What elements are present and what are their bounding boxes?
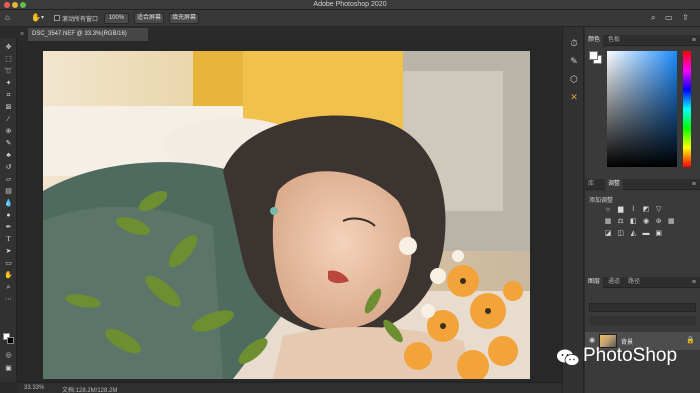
color-lookup-icon[interactable]: ▦	[666, 217, 676, 226]
channel-mixer-icon[interactable]: ⊛	[654, 217, 664, 226]
panel-menu-icon[interactable]: ≡	[692, 179, 696, 190]
posterize-icon[interactable]: ◫	[616, 229, 626, 238]
options-bar: ⌂ ✋ ▾ 滚动所有窗口 100% 适合屏幕 填充屏幕 ⌕ ▭ ⇪	[0, 10, 700, 27]
zoom-100-button[interactable]: 100%	[104, 13, 129, 24]
panel-dock: ⏱ ✎ ⬡ ✕	[562, 27, 584, 393]
document-tab-bar: × DSC_3547.NEF @ 33.3%(RGB/16)	[18, 27, 562, 41]
photo-filter-icon[interactable]: ◉	[641, 217, 651, 226]
blur-tool-icon[interactable]: 💧	[3, 199, 14, 208]
invert-icon[interactable]: ◪	[603, 229, 613, 238]
dodge-tool-icon[interactable]: ●	[3, 211, 14, 220]
threshold-icon[interactable]: ◭	[628, 229, 638, 238]
layers-panel-tabs: 图层 通道 路径 ≡	[585, 277, 700, 288]
black-white-icon[interactable]: ◧	[628, 217, 638, 226]
wechat-logo-icon	[557, 349, 579, 366]
history-brush-tool-icon[interactable]: ↺	[3, 163, 14, 172]
document-tab[interactable]: × DSC_3547.NEF @ 33.3%(RGB/16)	[20, 28, 148, 41]
crop-tool-icon[interactable]: ⌗	[3, 91, 14, 100]
zoom-tool-icon[interactable]: ⌕	[3, 283, 14, 292]
eraser-tool-icon[interactable]: ▱	[3, 175, 14, 184]
chevron-down-icon[interactable]: ▾	[41, 13, 44, 23]
gradient-tool-icon[interactable]: ▤	[3, 187, 14, 196]
selective-color-icon[interactable]: ▣	[654, 229, 664, 238]
window-title: Adobe Photoshop 2020	[313, 1, 387, 8]
hand-tool-icon[interactable]: ✋	[31, 13, 41, 23]
healing-brush-tool-icon[interactable]: ⊕	[3, 127, 14, 136]
status-bar: 33.33% 文档:128.2M/128.2M	[18, 382, 562, 393]
hue-slider[interactable]	[683, 51, 691, 167]
marquee-tool-icon[interactable]: ⬚	[3, 55, 14, 64]
curves-icon[interactable]: ⌇	[628, 205, 638, 214]
color-balance-icon[interactable]: ⚖	[616, 217, 626, 226]
layer-blend-opacity-row[interactable]	[589, 316, 696, 325]
search-icon[interactable]: ⌕	[651, 13, 655, 23]
vibrance-icon[interactable]: ▽	[654, 205, 664, 214]
pen-tool-icon[interactable]: ✒	[3, 223, 14, 232]
magic-wand-tool-icon[interactable]: ✦	[3, 79, 14, 88]
history-panel-icon[interactable]: ⏱	[568, 37, 580, 49]
right-panels: 颜色 色板 ≡ 库 调整 ≡ 添加调整 ☼ ▆ ⌇ ◩ ▽ ▦ ⚖ ◧ ◉ ⊛ …	[585, 27, 700, 393]
watermark-text: PhotoShop	[583, 345, 678, 366]
adjustments-panel-tabs: 库 调整 ≡	[585, 179, 700, 190]
color-panel-foreground-swatch[interactable]	[589, 51, 598, 60]
path-selection-tool-icon[interactable]: ➤	[3, 247, 14, 256]
brightness-icon[interactable]: ☼	[603, 205, 613, 214]
fit-screen-button[interactable]: 适合屏幕	[134, 13, 164, 24]
more-tools-icon[interactable]: ⋯	[3, 295, 14, 304]
share-icon[interactable]: ⇪	[682, 13, 689, 23]
quick-mask-icon[interactable]: ◎	[3, 351, 14, 360]
title-bar: Adobe Photoshop 2020	[0, 0, 700, 10]
exposure-icon[interactable]: ◩	[641, 205, 651, 214]
hue-saturation-icon[interactable]: ▦	[603, 217, 613, 226]
tab-layers[interactable]: 图层	[585, 277, 604, 288]
eyedropper-tool-icon[interactable]: ⁄	[3, 115, 14, 124]
panel-menu-icon[interactable]: ≡	[692, 277, 696, 288]
tab-paths[interactable]: 路径	[625, 277, 643, 288]
gradient-map-icon[interactable]: ▬	[641, 229, 651, 238]
tab-color[interactable]: 颜色	[585, 35, 604, 46]
tab-channels[interactable]: 通道	[605, 277, 623, 288]
document-tab-label: DSC_3547.NEF @ 33.3%(RGB/16)	[32, 31, 127, 37]
tab-libraries[interactable]: 库	[585, 179, 597, 190]
background-color-swatch[interactable]	[7, 337, 14, 344]
lock-icon: 🔒	[686, 337, 695, 344]
layer-filter-bar[interactable]	[589, 303, 696, 312]
clone-stamp-tool-icon[interactable]: ♣	[3, 151, 14, 160]
tab-swatches[interactable]: 色板	[605, 35, 623, 46]
fill-screen-button[interactable]: 填充屏幕	[169, 13, 199, 24]
document-image[interactable]	[43, 51, 530, 379]
status-doc-size: 文档:128.2M/128.2M	[62, 388, 118, 393]
workspace-icon[interactable]: ▭	[665, 13, 673, 23]
tools-x-icon[interactable]: ✕	[568, 91, 580, 103]
3d-panel-icon[interactable]: ⬡	[568, 73, 580, 85]
type-tool-icon[interactable]: T	[3, 235, 14, 244]
rectangle-tool-icon[interactable]: ▭	[3, 259, 14, 268]
watermark: PhotoShop	[553, 344, 699, 372]
levels-icon[interactable]: ▆	[616, 205, 626, 214]
hand-tool-icon[interactable]: ✋	[3, 271, 14, 280]
scroll-all-windows-label: 滚动所有窗口	[62, 17, 99, 23]
adjustment-icons: ☼ ▆ ⌇ ◩ ▽ ▦ ⚖ ◧ ◉ ⊛ ▦ ◪ ◫ ◭ ▬ ▣	[603, 205, 683, 241]
move-tool-icon[interactable]: ✥	[3, 43, 14, 52]
brush-settings-icon[interactable]: ✎	[568, 55, 580, 67]
brush-tool-icon[interactable]: ✎	[3, 139, 14, 148]
close-tab-icon[interactable]: ×	[20, 28, 24, 41]
screen-mode-icon[interactable]: ▣	[3, 364, 14, 373]
add-adjustment-label: 添加调整	[589, 198, 614, 204]
frame-tool-icon[interactable]: ⊠	[3, 103, 14, 112]
tools-panel: ✥ ⬚ ➰ ✦ ⌗ ⊠ ⁄ ⊕ ✎ ♣ ↺ ▱ ▤ 💧 ● ✒ T ➤ ▭ ✋ …	[0, 38, 17, 382]
home-icon[interactable]: ⌂	[5, 13, 10, 23]
eye-icon[interactable]: ◉	[589, 336, 595, 344]
canvas-area[interactable]	[18, 41, 562, 382]
status-zoom[interactable]: 33.33%	[24, 385, 44, 391]
scroll-all-windows-checkbox[interactable]	[54, 15, 60, 21]
color-panel-tabs: 颜色 色板 ≡	[585, 35, 700, 46]
panel-menu-icon[interactable]: ≡	[692, 35, 696, 46]
photo-illustration	[43, 51, 530, 379]
color-field[interactable]	[607, 51, 677, 167]
tab-adjustments[interactable]: 调整	[605, 179, 624, 190]
lasso-tool-icon[interactable]: ➰	[3, 67, 14, 76]
